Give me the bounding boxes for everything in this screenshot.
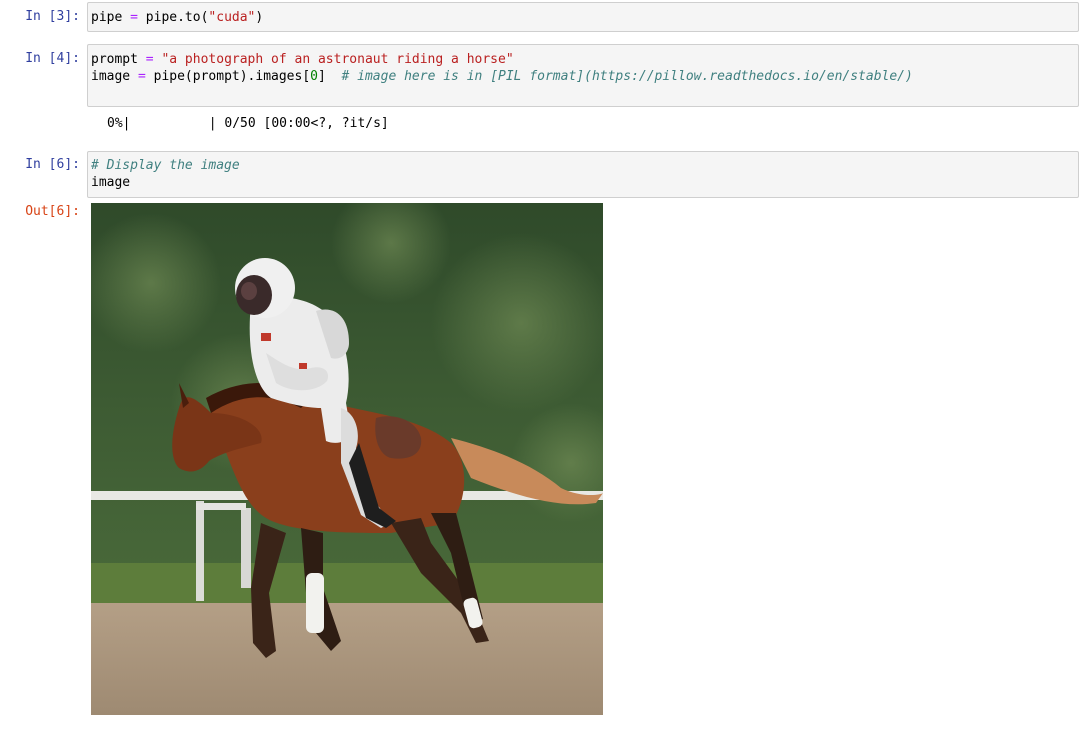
- code-cell-editor[interactable]: # Display the image image: [87, 151, 1079, 198]
- number-token: 0: [310, 69, 318, 84]
- output-prompt: Out[6]:: [25, 204, 80, 219]
- code-token: ]: [318, 69, 342, 84]
- astronaut-riding-horse-image: [91, 203, 603, 715]
- string-token: "a photograph of an astronaut riding a h…: [153, 52, 514, 67]
- comment-token: # image here is in [PIL format](https://…: [341, 69, 913, 84]
- code-cell-editor[interactable]: pipe = pipe.to("cuda"): [87, 2, 1079, 32]
- input-prompt: In [3]:: [25, 9, 80, 24]
- code-cell-editor[interactable]: prompt = "a photograph of an astronaut r…: [87, 44, 1079, 107]
- code-line: image = pipe(prompt).images[0] # image h…: [91, 68, 913, 85]
- code-token: prompt: [91, 52, 146, 67]
- code-line: image: [91, 175, 131, 190]
- progress-output: 0%| | 0/50 [00:00<?, ?it/s]: [107, 116, 389, 131]
- code-line: prompt = "a photograph of an astronaut r…: [91, 51, 514, 68]
- code-token: ): [255, 10, 264, 25]
- code-token: pipe(prompt).images[: [145, 69, 311, 84]
- input-prompt: In [6]:: [25, 157, 80, 172]
- code-line: pipe = pipe.to("cuda"): [91, 9, 263, 26]
- comment-line: # Display the image: [91, 158, 240, 173]
- operator-token: =: [145, 52, 154, 67]
- operator-token: =: [130, 10, 138, 25]
- code-token: pipe.to(: [137, 10, 209, 25]
- code-token: pipe: [91, 10, 131, 25]
- operator-token: =: [137, 69, 146, 84]
- code-token: image: [91, 69, 138, 84]
- input-prompt: In [4]:: [25, 51, 80, 66]
- string-token: "cuda": [208, 10, 256, 25]
